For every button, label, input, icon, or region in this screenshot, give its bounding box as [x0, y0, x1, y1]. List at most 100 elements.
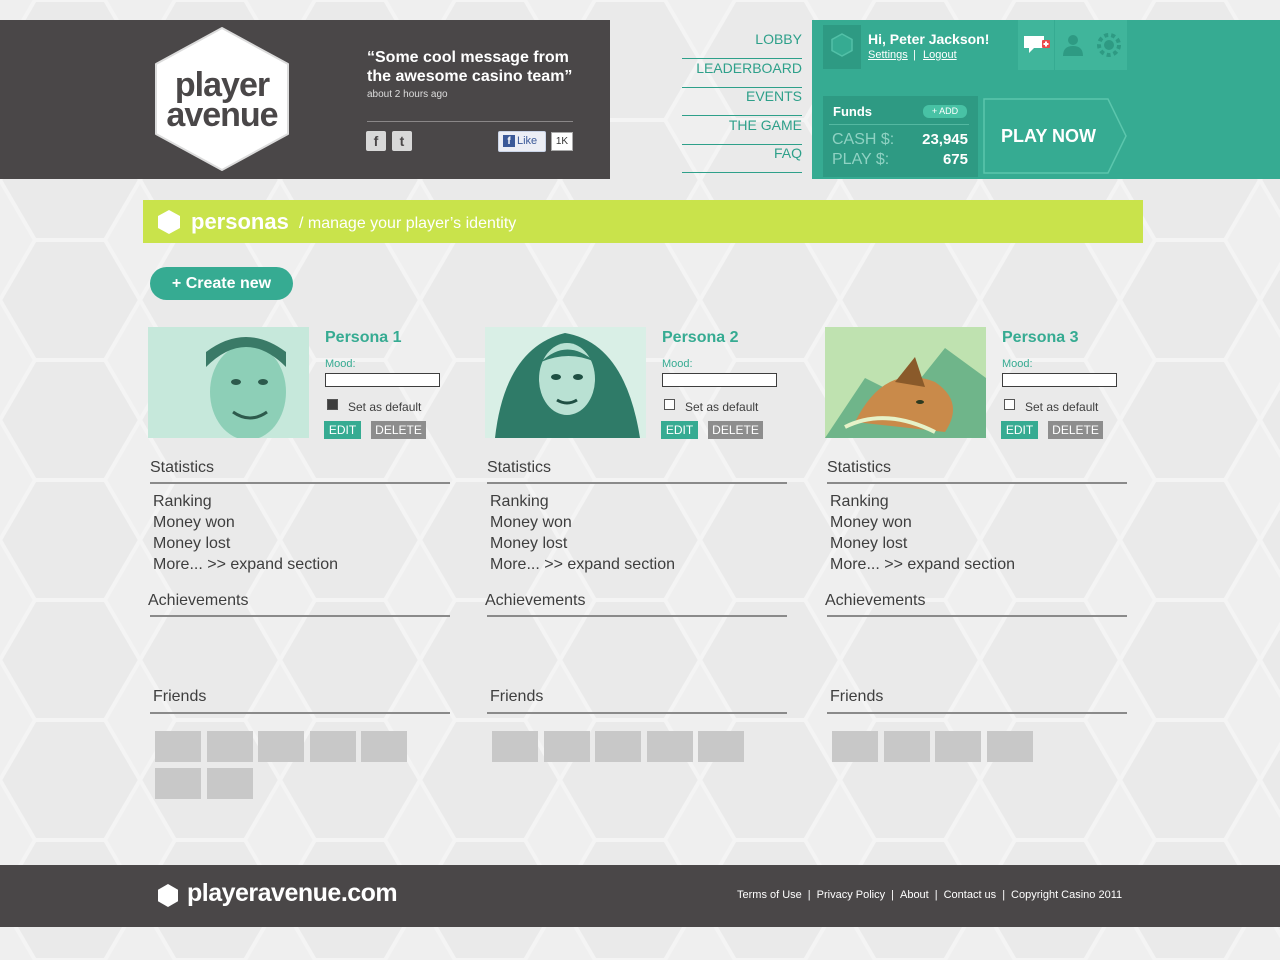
set-default-label: Set as default	[348, 400, 422, 414]
create-new-persona-button[interactable]: + Create new	[150, 267, 293, 300]
section-divider	[150, 712, 450, 714]
nav-leaderboard[interactable]: LEADERBOARD	[682, 59, 802, 88]
money-lost-label: Money lost	[153, 535, 231, 552]
ranking-label: Ranking	[490, 493, 549, 510]
contact-link[interactable]: Contact us	[944, 889, 997, 901]
messages-button[interactable]	[1018, 20, 1054, 70]
profile-button[interactable]	[1055, 20, 1091, 70]
friend-avatar[interactable]	[155, 731, 201, 762]
facebook-like-button[interactable]: f Like	[498, 131, 546, 152]
money-won-label: Money won	[153, 514, 235, 531]
chips-button[interactable]	[1091, 20, 1127, 70]
hexagon-icon	[158, 884, 178, 907]
persona-photo	[485, 327, 646, 438]
edit-button[interactable]: EDIT	[324, 421, 361, 439]
mood-input[interactable]	[1002, 373, 1117, 387]
expand-section-link[interactable]: More... >> expand section	[153, 554, 338, 575]
cash-value: 23,945	[922, 131, 968, 148]
section-divider	[487, 482, 787, 484]
section-divider	[150, 615, 450, 617]
nav-faq[interactable]: FAQ	[682, 144, 802, 173]
nav-events[interactable]: EVENTS	[682, 87, 802, 116]
friend-avatar[interactable]	[207, 768, 253, 799]
friend-avatar[interactable]	[595, 731, 641, 762]
casino-message: “Some cool message from the awesome casi…	[367, 49, 573, 85]
friend-avatar[interactable]	[310, 731, 356, 762]
persona-name: Persona 2	[662, 329, 739, 346]
statistics-heading: Statistics	[827, 459, 892, 476]
mood-label: Mood:	[662, 358, 693, 370]
friend-avatar[interactable]	[832, 731, 878, 762]
expand-section-link[interactable]: More... >> expand section	[490, 554, 675, 575]
achievements-heading: Achievements	[148, 592, 249, 609]
twitter-icon[interactable]: t	[392, 131, 412, 151]
nav-the-game[interactable]: THE GAME	[682, 116, 802, 145]
page-title: personas	[191, 209, 289, 234]
mood-label: Mood:	[325, 358, 356, 370]
about-link[interactable]: About	[900, 889, 929, 901]
persona-photo	[825, 327, 986, 438]
friends-heading: Friends	[153, 688, 207, 705]
friend-avatar[interactable]	[258, 731, 304, 762]
delete-button[interactable]: DELETE	[1048, 421, 1103, 439]
persona-photo	[148, 327, 309, 438]
edit-button[interactable]: EDIT	[1001, 421, 1038, 439]
set-default-checkbox[interactable]	[327, 399, 338, 410]
add-funds-button[interactable]: + ADD	[923, 105, 967, 118]
set-default-label: Set as default	[1025, 400, 1099, 414]
friend-avatar[interactable]	[935, 731, 981, 762]
user-greeting: Hi, Peter Jackson!	[868, 31, 990, 47]
mood-input[interactable]	[662, 373, 777, 387]
friend-avatar[interactable]	[544, 731, 590, 762]
play-money-label: PLAY $:	[832, 151, 890, 168]
header-brand-panel	[0, 20, 610, 179]
section-divider	[827, 615, 1127, 617]
friend-avatar[interactable]	[361, 731, 407, 762]
logo[interactable]: player avenue	[152, 26, 292, 172]
facebook-f-icon: f	[503, 135, 515, 147]
message-timestamp: about 2 hours ago	[367, 89, 448, 100]
expand-section-link[interactable]: More... >> expand section	[830, 554, 1015, 575]
avatar-hexagon-icon	[831, 33, 853, 57]
friend-avatar[interactable]	[698, 731, 744, 762]
funds-label: Funds	[833, 104, 872, 119]
mood-input[interactable]	[325, 373, 440, 387]
persona-name: Persona 1	[325, 329, 402, 346]
friend-avatar[interactable]	[987, 731, 1033, 762]
terms-link[interactable]: Terms of Use	[737, 889, 802, 901]
copyright-text: Copyright Casino 2011	[1011, 889, 1123, 901]
footer-logo[interactable]: playeravenue.com	[187, 879, 398, 908]
delete-button[interactable]: DELETE	[371, 421, 426, 439]
friend-avatar[interactable]	[492, 731, 538, 762]
friend-avatar[interactable]	[884, 731, 930, 762]
edit-button[interactable]: EDIT	[661, 421, 698, 439]
section-divider	[487, 712, 787, 714]
user-icon	[1063, 35, 1083, 56]
money-lost-label: Money lost	[490, 535, 568, 552]
mood-label: Mood:	[1002, 358, 1033, 370]
friend-avatar[interactable]	[155, 768, 201, 799]
set-default-checkbox[interactable]	[664, 399, 675, 410]
settings-link[interactable]: Settings	[868, 49, 908, 61]
message-divider	[367, 121, 573, 122]
achievements-heading: Achievements	[485, 592, 586, 609]
logout-link[interactable]: Logout	[923, 49, 957, 61]
statistics-heading: Statistics	[487, 459, 552, 476]
link-separator: |	[913, 49, 916, 61]
play-money-value: 675	[942, 151, 968, 168]
nav-lobby[interactable]: LOBBY	[682, 30, 802, 59]
section-divider	[487, 615, 787, 617]
like-count: 1K	[551, 132, 573, 151]
money-won-label: Money won	[490, 514, 572, 531]
friend-avatar[interactable]	[647, 731, 693, 762]
cash-label: CASH $:	[832, 131, 895, 148]
set-default-checkbox[interactable]	[1004, 399, 1015, 410]
page-subtitle: / manage your player’s identity	[299, 215, 517, 232]
facebook-icon[interactable]: f	[366, 131, 386, 151]
friend-avatar[interactable]	[207, 731, 253, 762]
section-divider	[150, 482, 450, 484]
funds-divider	[829, 124, 969, 125]
privacy-link[interactable]: Privacy Policy	[817, 889, 885, 901]
delete-button[interactable]: DELETE	[708, 421, 763, 439]
play-now-label[interactable]: PLAY NOW	[1001, 126, 1096, 147]
